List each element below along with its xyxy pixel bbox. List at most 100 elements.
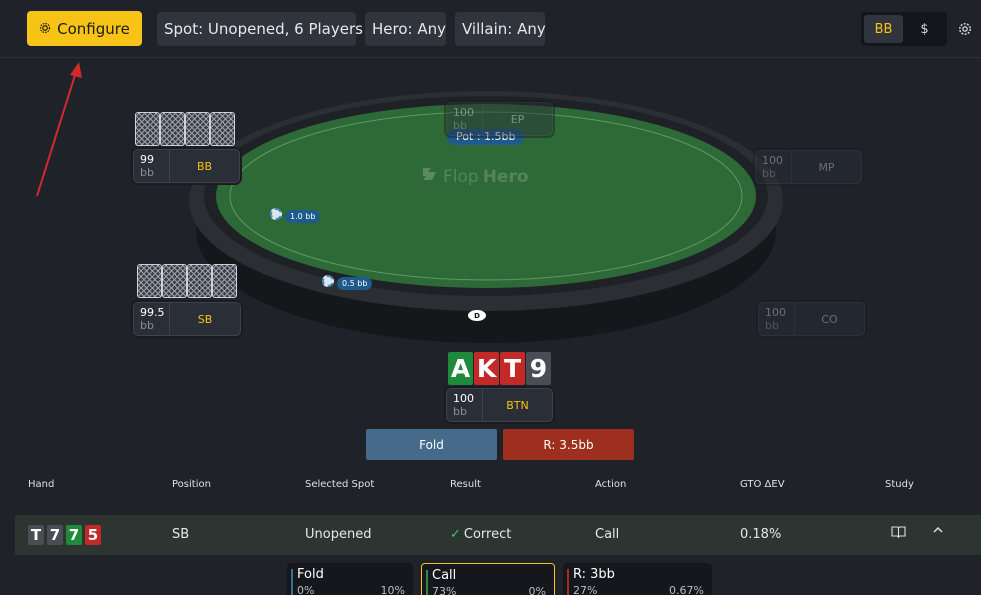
watermark-text-flop: Flop <box>443 166 479 187</box>
unit-bb-option[interactable]: BB <box>864 15 903 43</box>
seat-position: BB <box>196 159 213 173</box>
seat-position: EP <box>510 112 525 126</box>
hero-card: A <box>448 352 473 385</box>
stat-call: Call 73% 0% <box>421 563 555 595</box>
stat-left: 73% <box>432 585 457 595</box>
stat-right: 0.67% <box>669 584 704 595</box>
header-selected-spot: Selected Spot <box>305 479 375 490</box>
seat-bb[interactable]: 99 bb BB <box>133 149 240 183</box>
hero-card: T <box>500 352 525 385</box>
row-result: ✓ Correct <box>450 527 511 542</box>
unit-dollar-option[interactable]: $ <box>905 15 944 43</box>
seat-sb[interactable]: 99.5 bb SB <box>133 302 241 336</box>
watermark-text-hero: Hero <box>482 166 529 187</box>
stack-value: 100 <box>453 106 474 119</box>
stack-value: 99.5 <box>140 306 165 319</box>
hand-card: 7 <box>47 525 63 545</box>
seat-position: BTN <box>506 398 529 412</box>
header-hand: Hand <box>28 479 55 490</box>
stat-label: R: 3bb <box>573 567 615 582</box>
card-back <box>160 112 185 146</box>
configure-button[interactable]: Configure <box>27 11 142 46</box>
hero-hand: A K T 9 <box>448 352 551 385</box>
header-result: Result <box>450 479 481 490</box>
seat-stack: 99.5 bb <box>134 303 170 335</box>
stat-bar <box>426 570 428 595</box>
stack-value: 100 <box>765 306 786 319</box>
seat-position: CO <box>821 312 838 326</box>
header-position: Position <box>172 479 211 490</box>
row-position: SB <box>172 527 190 542</box>
stat-left: 0% <box>297 584 315 595</box>
header-gto-ev: GTO ΔEV <box>740 479 785 490</box>
card-back <box>210 112 235 146</box>
card-back <box>137 264 162 298</box>
seat-stack: 100 bb <box>759 303 795 335</box>
stat-right: 10% <box>380 584 405 595</box>
configure-label: Configure <box>57 19 130 38</box>
gear-icon <box>39 20 51 38</box>
stat-fold: Fold 0% 10% <box>287 563 413 595</box>
hand-card: 7 <box>66 525 82 545</box>
seat-stack: 99 bb <box>134 150 170 182</box>
spot-filter[interactable]: Spot: Unopened, 6 Players <box>157 12 363 46</box>
hand-card: T <box>28 525 44 545</box>
check-icon: ✓ <box>450 527 461 542</box>
logo-icon <box>421 166 439 187</box>
header-study: Study <box>885 479 914 490</box>
stack-unit: bb <box>765 319 779 332</box>
seat-ep[interactable]: 100 bb EP <box>446 102 553 136</box>
stack-value: 100 <box>453 392 474 405</box>
card-back <box>187 264 212 298</box>
fold-button[interactable]: Fold <box>366 429 497 460</box>
row-result-text: Correct <box>463 527 512 542</box>
table-row[interactable]: T775 SB Unopened ✓ Correct Call 0.18% <box>15 515 981 555</box>
unit-toggle: BB $ <box>861 12 947 46</box>
stat-label: Fold <box>297 567 324 582</box>
hand-cards: T775 <box>28 525 104 545</box>
flophero-watermark: Flop Hero <box>421 166 529 187</box>
stack-unit: bb <box>140 166 154 179</box>
stack-unit: bb <box>453 405 467 418</box>
villain-filter[interactable]: Villain: Any <box>455 12 546 46</box>
hero-card: 9 <box>526 352 551 385</box>
dealer-button: D <box>468 310 486 321</box>
card-back <box>135 112 160 146</box>
stack-unit: bb <box>762 167 776 180</box>
chevron-up-icon[interactable] <box>932 524 944 539</box>
stat-label: Call <box>432 568 457 583</box>
chip-icon <box>270 208 282 220</box>
top-toolbar: Configure Spot: Unopened, 6 Players Hero… <box>0 0 981 58</box>
chip-icon <box>322 275 334 287</box>
seat-stack: 100 bb <box>756 151 792 183</box>
hand-card: 5 <box>85 525 101 545</box>
card-back <box>212 264 237 298</box>
row-spot: Unopened <box>305 527 372 542</box>
row-ev: 0.18% <box>740 527 782 542</box>
stat-right: 0% <box>528 585 546 595</box>
stack-unit: bb <box>140 319 154 332</box>
stat-left: 27% <box>573 584 598 595</box>
stack-value: 99 <box>140 153 154 166</box>
seat-position: SB <box>197 312 213 326</box>
seat-mp[interactable]: 100 bb MP <box>755 150 862 184</box>
stat-bar <box>567 569 569 595</box>
seat-position: MP <box>818 160 835 174</box>
card-back <box>185 112 210 146</box>
seat-co[interactable]: 100 bb CO <box>758 302 865 336</box>
stack-value: 100 <box>762 154 783 167</box>
header-action: Action <box>595 479 627 490</box>
stack-unit: bb <box>453 119 467 132</box>
results-header: Hand Position Selected Spot Result Actio… <box>0 474 981 514</box>
bb-bet-label: 1.0 bb <box>285 210 321 223</box>
seat-stack: 100 bb <box>447 389 483 421</box>
seat-stack: 100 bb <box>447 103 483 135</box>
row-action: Call <box>595 527 620 542</box>
seat-btn[interactable]: 100 bb BTN <box>446 388 553 422</box>
book-icon[interactable] <box>891 526 906 542</box>
settings-icon[interactable] <box>958 21 974 37</box>
hero-filter[interactable]: Hero: Any <box>365 12 446 46</box>
hero-card: K <box>474 352 499 385</box>
stat-bar <box>291 569 293 595</box>
raise-button[interactable]: R: 3.5bb <box>503 429 634 460</box>
